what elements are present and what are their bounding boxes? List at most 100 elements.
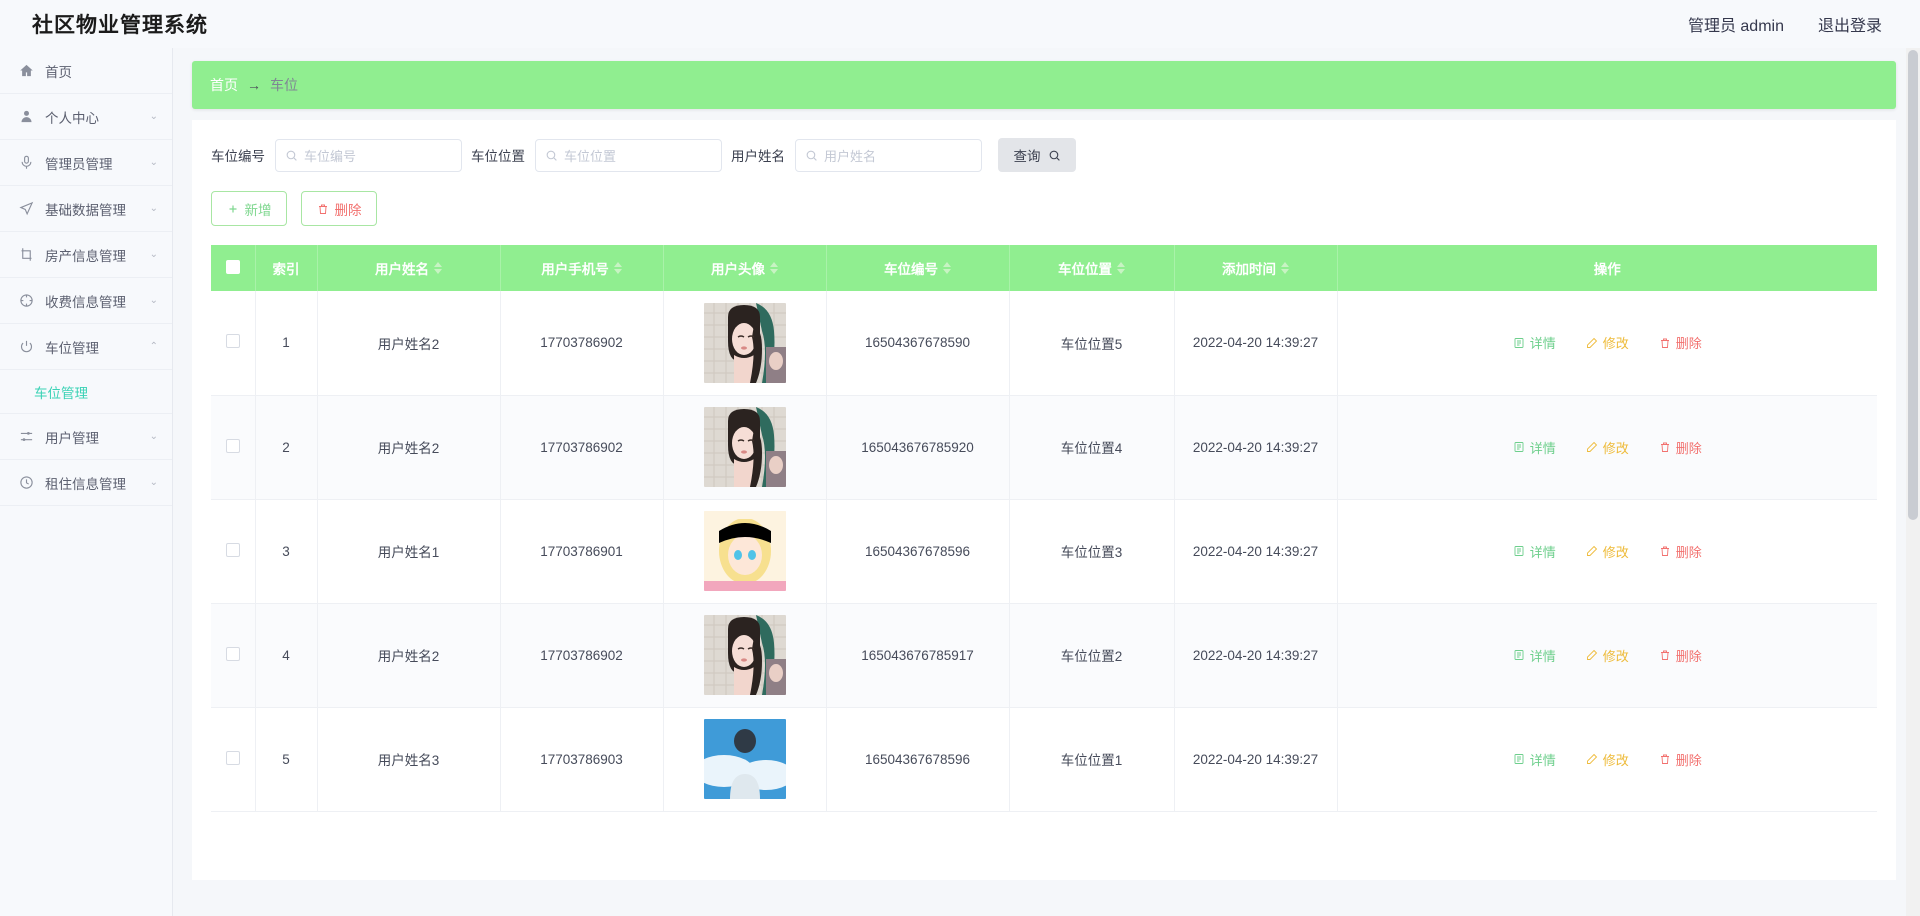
- chevron-down-icon[interactable]: ⌄: [150, 249, 158, 260]
- edit-button-label: 修改: [1602, 752, 1629, 768]
- scrollbar-thumb[interactable]: [1908, 50, 1918, 520]
- row-checkbox[interactable]: [225, 542, 240, 557]
- search-group-user-name: 用户姓名 用户姓名: [731, 138, 982, 172]
- detail-button[interactable]: 详情: [1513, 333, 1556, 352]
- table-header-space-number[interactable]: 车位编号: [826, 245, 1010, 291]
- sidebar-item-parking-management[interactable]: 车位管理 ⌃: [0, 324, 172, 370]
- sort-icon[interactable]: [770, 262, 778, 274]
- table-header-space-location[interactable]: 车位位置: [1009, 245, 1175, 291]
- detail-button[interactable]: 详情: [1513, 438, 1556, 457]
- search-icon: [1048, 149, 1061, 162]
- edit-button[interactable]: 修改: [1586, 646, 1629, 665]
- sidebar-item-home[interactable]: 首页: [0, 48, 172, 94]
- row-created-time-cell: 2022-04-20 14:39:27: [1174, 395, 1338, 500]
- row-delete-button[interactable]: 删除: [1659, 333, 1702, 352]
- avatar[interactable]: [703, 615, 786, 695]
- page-scrollbar[interactable]: [1906, 48, 1920, 916]
- search-input-space-number[interactable]: 车位编号: [275, 138, 462, 172]
- sidebar-item-user-management[interactable]: 用户管理 ⌄: [0, 414, 172, 460]
- row-created-time-cell: 2022-04-20 14:39:27: [1174, 707, 1338, 812]
- row-select-cell: [211, 707, 256, 812]
- detail-button[interactable]: 详情: [1513, 646, 1556, 665]
- crop-icon: [18, 246, 35, 263]
- trash-icon: [1659, 441, 1671, 453]
- chevron-down-icon[interactable]: ⌄: [150, 477, 158, 488]
- detail-button[interactable]: 详情: [1513, 750, 1556, 769]
- row-user-avatar-cell: [663, 603, 827, 708]
- avatar[interactable]: [703, 511, 786, 591]
- search-placeholder-space-location: 车位位置: [564, 148, 617, 164]
- row-space-number-cell: 16504367678590: [826, 291, 1010, 396]
- delete-button[interactable]: 删除: [301, 191, 377, 226]
- sort-icon[interactable]: [434, 262, 442, 274]
- chevron-down-icon[interactable]: ⌄: [150, 111, 158, 122]
- sort-icon[interactable]: [1117, 262, 1125, 274]
- row-delete-button-label: 删除: [1675, 752, 1702, 768]
- sidebar-item-fee-info-management[interactable]: 收费信息管理 ⌄: [0, 278, 172, 324]
- add-button[interactable]: 新增: [211, 191, 287, 226]
- sort-icon[interactable]: [1281, 262, 1289, 274]
- main-content: 首页 → 车位 车位编号 车位编号 车位位置 车位位置 用户姓名 用户姓名 查询…: [173, 48, 1920, 916]
- sidebar-item-basic-data-management[interactable]: 基础数据管理 ⌄: [0, 186, 172, 232]
- row-delete-button[interactable]: 删除: [1659, 438, 1702, 457]
- detail-button[interactable]: 详情: [1513, 542, 1556, 561]
- chevron-up-icon[interactable]: ⌃: [150, 341, 158, 352]
- search-input-user-name[interactable]: 用户姓名: [795, 138, 982, 172]
- detail-button-label: 详情: [1529, 648, 1556, 664]
- home-icon: [18, 62, 35, 79]
- sidebar-item-tenancy-info-management[interactable]: 租住信息管理 ⌄: [0, 460, 172, 506]
- sidebar-item-label: 车位管理: [45, 340, 99, 356]
- table-header-user-phone[interactable]: 用户手机号: [500, 245, 664, 291]
- chevron-down-icon[interactable]: ⌄: [150, 203, 158, 214]
- row-user-phone-cell: 17703786903: [500, 707, 664, 812]
- avatar[interactable]: [703, 719, 786, 799]
- edit-button[interactable]: 修改: [1586, 438, 1629, 457]
- row-created-time-cell: 2022-04-20 14:39:27: [1174, 291, 1338, 396]
- avatar[interactable]: [703, 302, 786, 383]
- row-index-cell: 4: [255, 603, 318, 708]
- edit-button[interactable]: 修改: [1586, 333, 1629, 352]
- mic-icon: [18, 154, 35, 171]
- select-all-checkbox[interactable]: [225, 259, 240, 274]
- trash-icon: [1659, 753, 1671, 765]
- chevron-down-icon[interactable]: ⌄: [150, 157, 158, 168]
- row-checkbox[interactable]: [225, 750, 240, 765]
- avatar[interactable]: [703, 407, 786, 487]
- table-header-user-avatar[interactable]: 用户头像: [663, 245, 827, 291]
- row-delete-button[interactable]: 删除: [1659, 646, 1702, 665]
- admin-user-label[interactable]: 管理员 admin: [1688, 12, 1784, 36]
- row-operations-cell: 详情 修改 删除: [1337, 291, 1877, 396]
- row-space-number-cell: 16504367678596: [826, 499, 1010, 604]
- edit-button[interactable]: 修改: [1586, 750, 1629, 769]
- row-space-number-cell: 165043676785920: [826, 395, 1010, 500]
- search-input-space-location[interactable]: 车位位置: [535, 138, 722, 172]
- sort-icon[interactable]: [943, 262, 951, 274]
- row-checkbox[interactable]: [225, 646, 240, 661]
- query-button[interactable]: 查询: [998, 138, 1076, 172]
- search-group-space-location: 车位位置 车位位置: [471, 138, 722, 172]
- table-row: 4 用户姓名2 17703786902 165043676785917 车位位置2 202…: [211, 603, 1877, 708]
- chevron-down-icon[interactable]: ⌄: [150, 431, 158, 442]
- sidebar-subitem-parking-management[interactable]: 车位管理: [0, 370, 172, 414]
- chevron-down-icon[interactable]: ⌄: [150, 295, 158, 306]
- row-user-phone-cell: 17703786902: [500, 395, 664, 500]
- row-space-location-cell: 车位位置5: [1009, 291, 1175, 396]
- search-label-space-number: 车位编号: [211, 149, 265, 164]
- power-icon: [18, 338, 35, 355]
- row-checkbox[interactable]: [225, 334, 240, 349]
- sort-icon[interactable]: [613, 262, 622, 274]
- edit-button[interactable]: 修改: [1586, 542, 1629, 561]
- sidebar-item-property-info-management[interactable]: 房产信息管理 ⌄: [0, 232, 172, 278]
- row-delete-button[interactable]: 删除: [1659, 542, 1702, 561]
- sidebar-item-personal-center[interactable]: 个人中心 ⌄: [0, 94, 172, 140]
- logout-button[interactable]: 退出登录: [1818, 12, 1882, 36]
- sidebar-item-admin-management[interactable]: 管理员管理 ⌄: [0, 140, 172, 186]
- row-user-avatar-cell: [663, 499, 827, 604]
- row-checkbox[interactable]: [225, 438, 240, 453]
- row-delete-button-label: 删除: [1675, 440, 1702, 456]
- table-header-created-time[interactable]: 添加时间: [1174, 245, 1338, 291]
- crud-toolbar: 新增 删除: [192, 172, 1896, 226]
- table-header-user-name[interactable]: 用户姓名: [317, 245, 501, 291]
- breadcrumb-home[interactable]: 首页: [210, 75, 238, 95]
- row-delete-button[interactable]: 删除: [1659, 750, 1702, 769]
